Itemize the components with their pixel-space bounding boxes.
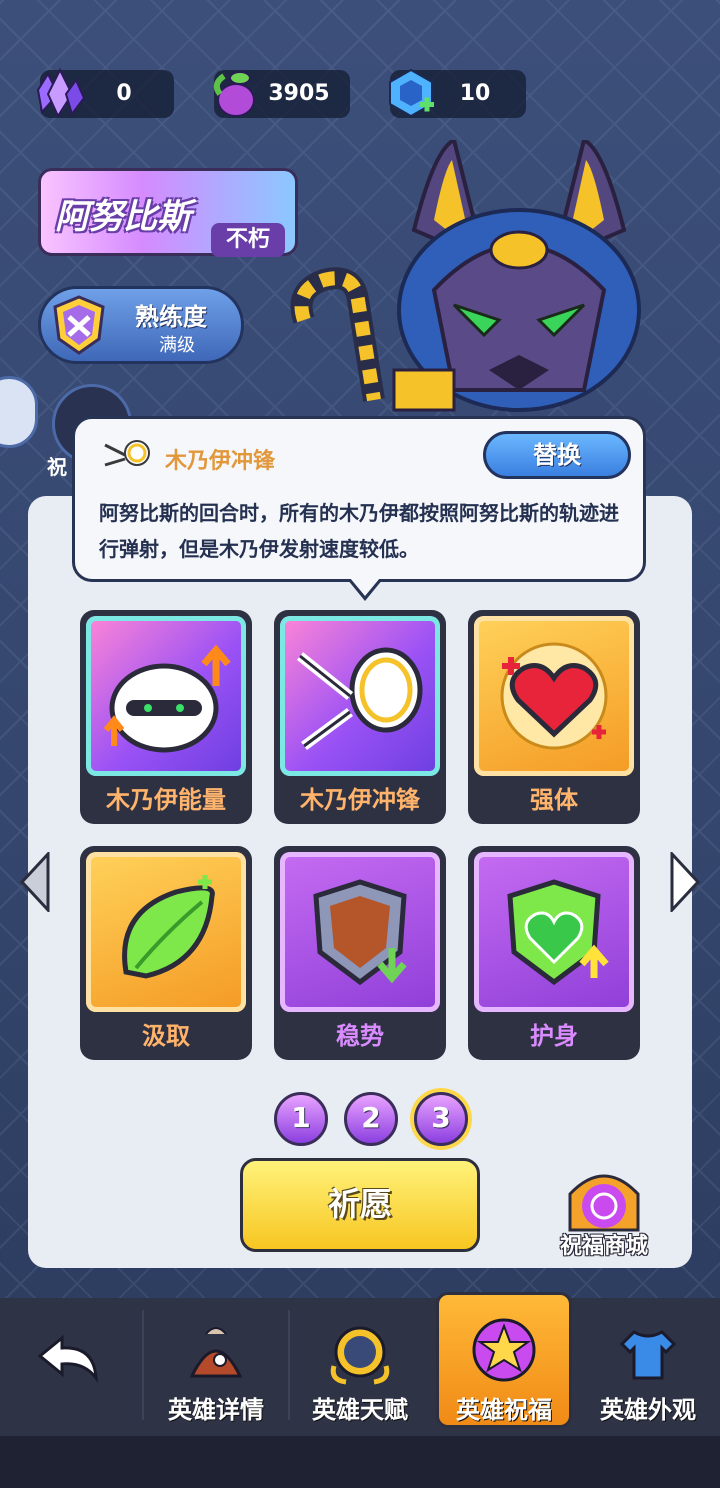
tab-label: 英雄祝福 <box>456 1396 552 1424</box>
blessing-shop-button[interactable]: 祝福商城 <box>556 1164 652 1260</box>
tab-hero-blessing[interactable]: 英雄祝福 <box>432 1292 576 1436</box>
card-art <box>474 852 634 1012</box>
tooltip-title: 木乃伊冲锋 <box>165 449 276 474</box>
mummy-charge-icon <box>296 647 423 751</box>
page-button-3[interactable]: 3 <box>414 1092 468 1146</box>
currency-crystal[interactable]: 0 <box>36 67 174 119</box>
mummy-charge-icon <box>104 440 150 467</box>
page-button-2[interactable]: 2 <box>344 1092 398 1146</box>
tooltip-description: 阿努比斯的回合时，所有的木乃伊都按照阿努比斯的轨迹进行弹射，但是木乃伊发射速度较… <box>99 501 619 561</box>
currency-value: 0 <box>116 81 132 106</box>
proficiency-label: 熟练度 <box>135 303 207 331</box>
hero-name: 阿努比斯 <box>55 197 191 237</box>
card-label: 汲取 <box>142 1022 190 1050</box>
tab-label: 英雄天赋 <box>312 1396 408 1424</box>
blessing-card[interactable]: 汲取 <box>80 846 252 1060</box>
replace-button[interactable]: 替换 <box>483 431 631 479</box>
pray-button[interactable]: 祈愿 <box>240 1158 480 1252</box>
card-art <box>280 852 440 1012</box>
card-label: 强体 <box>530 786 578 814</box>
proficiency-level: 满级 <box>159 335 195 356</box>
skill-tooltip: 木乃伊冲锋 替换 阿努比斯的回合时，所有的木乃伊都按照阿努比斯的轨迹进行弹射，但… <box>72 416 646 601</box>
currency-gem[interactable]: 10 <box>389 68 526 118</box>
card-art <box>474 616 634 776</box>
blessing-card[interactable]: 木乃伊冲锋 <box>274 610 446 824</box>
anubis-character <box>290 140 641 412</box>
tab-hero-details[interactable]: 英雄详情 <box>144 1298 288 1436</box>
next-arrow-icon[interactable] <box>668 852 702 912</box>
blessing-star-icon <box>472 1318 536 1382</box>
card-art <box>280 616 440 776</box>
blessing-card[interactable]: 稳势 <box>274 846 446 1060</box>
shirt-icon <box>619 1330 677 1380</box>
blessing-shop-label: 祝福商城 <box>559 1234 648 1259</box>
hero-details-icon <box>189 1327 243 1378</box>
card-art <box>86 852 246 1012</box>
heart-shield-icon <box>507 879 609 986</box>
back-icon[interactable] <box>36 1334 100 1384</box>
tab-hero-talent[interactable]: 英雄天赋 <box>288 1298 432 1436</box>
portal-icon <box>568 1174 640 1232</box>
proficiency-badge-icon <box>53 295 105 355</box>
tab-hero-appearance[interactable]: 英雄外观 <box>576 1298 720 1436</box>
blessing-card[interactable]: 强体 <box>468 610 640 824</box>
blessing-card[interactable]: 木乃伊能量 <box>80 610 252 824</box>
prev-arrow-icon[interactable] <box>18 852 52 912</box>
tab-label: 英雄外观 <box>600 1396 696 1424</box>
currency-value: 10 <box>459 81 491 106</box>
mummy-energy-icon <box>103 644 231 753</box>
leaf-icon <box>122 875 215 979</box>
bless-button-label: 祝 <box>47 455 67 479</box>
page-button-1[interactable]: 1 <box>274 1092 328 1146</box>
tab-label: 英雄详情 <box>168 1396 264 1424</box>
blessing-card[interactable]: 护身 <box>468 846 640 1060</box>
card-label: 木乃伊冲锋 <box>300 786 420 814</box>
hero-rank-badge: 不朽 <box>211 223 285 257</box>
card-art <box>86 616 246 776</box>
currency-value: 3905 <box>268 81 330 106</box>
heart-icon <box>500 642 608 750</box>
proficiency-button[interactable]: 熟练度 满级 <box>38 286 244 364</box>
shield-icon <box>313 879 407 986</box>
card-label: 木乃伊能量 <box>106 786 226 814</box>
card-label: 稳势 <box>336 1022 384 1050</box>
currency-potion[interactable]: 3905 <box>213 70 350 118</box>
bottom-bar <box>0 1436 720 1488</box>
talent-icon <box>330 1326 390 1385</box>
hero-name-banner: 阿努比斯 不朽 <box>38 168 298 257</box>
card-label: 护身 <box>530 1022 578 1050</box>
